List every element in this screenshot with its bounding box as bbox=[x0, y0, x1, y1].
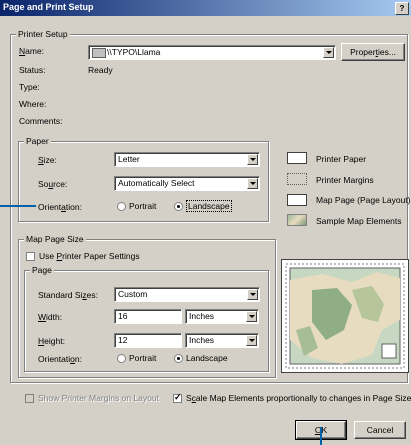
chevron-down-icon[interactable] bbox=[323, 47, 334, 58]
printer-margins-swatch bbox=[287, 173, 307, 185]
width-unit-select[interactable]: Inches bbox=[185, 309, 259, 324]
scale-elements-label: Scale Map Elements proportionally to cha… bbox=[186, 393, 411, 403]
orientation-label: Orientation: bbox=[38, 202, 82, 212]
chevron-down-icon[interactable] bbox=[246, 335, 257, 346]
show-margins-label: Show Printer Margins on Layout bbox=[38, 393, 159, 403]
chevron-down-icon[interactable] bbox=[247, 178, 258, 189]
paper-portrait-label: Portrait bbox=[129, 201, 157, 211]
comments-label: Comments: bbox=[19, 116, 63, 126]
status-value: Ready bbox=[88, 65, 113, 75]
sample-map-elements-swatch bbox=[287, 214, 307, 226]
height-unit-select[interactable]: Inches bbox=[185, 333, 259, 348]
callout-line-ok bbox=[320, 427, 322, 445]
standard-sizes-value: Custom bbox=[118, 289, 148, 299]
standard-sizes-label: Standard Sizes: bbox=[38, 290, 99, 300]
map-page-swatch bbox=[287, 194, 307, 206]
scale-elements-checkbox[interactable] bbox=[173, 392, 182, 403]
printer-setup-title: Printer Setup bbox=[16, 29, 70, 39]
paper-size-select[interactable]: Letter bbox=[114, 152, 260, 167]
page-landscape-radio[interactable] bbox=[174, 354, 183, 363]
source-label: Source: bbox=[38, 179, 68, 189]
cancel-button[interactable]: Cancel bbox=[354, 421, 406, 439]
paper-size-value: Letter bbox=[118, 154, 140, 164]
size-label: Size: bbox=[38, 155, 57, 165]
width-input[interactable]: 16 bbox=[114, 309, 182, 324]
where-label: Where: bbox=[19, 99, 47, 109]
height-label: Height: bbox=[38, 336, 65, 346]
callout-line-orientation bbox=[0, 205, 36, 207]
printer-name-select[interactable]: \\TYPO\Llama bbox=[88, 45, 336, 60]
printer-paper-swatch bbox=[287, 152, 307, 164]
properties-button[interactable]: Properties... bbox=[341, 43, 405, 61]
map-page-legend: Map Page (Page Layout) bbox=[316, 195, 411, 205]
width-unit-value: Inches bbox=[189, 311, 215, 321]
page-portrait-radio[interactable] bbox=[117, 354, 126, 363]
height-unit-value: Inches bbox=[189, 335, 215, 345]
width-label: Width: bbox=[38, 312, 63, 322]
help-button[interactable]: ? bbox=[395, 2, 409, 15]
height-value: 12 bbox=[118, 335, 128, 345]
title-bar: Page and Print Setup ? bbox=[0, 0, 411, 16]
height-input[interactable]: 12 bbox=[114, 333, 182, 348]
page-orientation-label: Orientation: bbox=[38, 354, 82, 364]
page-group-title: Page bbox=[30, 265, 54, 275]
printer-name-value: \\TYPO\Llama bbox=[107, 47, 161, 57]
map-page-size-title: Map Page Size bbox=[24, 234, 86, 244]
page-landscape-label: Landscape bbox=[186, 353, 228, 363]
chevron-down-icon[interactable] bbox=[247, 289, 258, 300]
page-portrait-label: Portrait bbox=[129, 353, 157, 363]
standard-sizes-select[interactable]: Custom bbox=[114, 287, 260, 302]
paper-source-value: Automatically Select bbox=[118, 178, 195, 188]
sample-map-icon bbox=[285, 263, 405, 369]
page-preview bbox=[281, 259, 409, 373]
use-printer-paper-label: Use Printer Paper Settings bbox=[39, 251, 140, 261]
paper-landscape-label: Landscape bbox=[186, 200, 232, 212]
paper-portrait-radio[interactable] bbox=[117, 202, 126, 211]
width-value: 16 bbox=[118, 311, 128, 321]
sample-elements-legend: Sample Map Elements bbox=[316, 216, 402, 226]
show-margins-checkbox[interactable] bbox=[25, 394, 34, 403]
printer-margins-legend: Printer Margins bbox=[316, 175, 374, 185]
paper-landscape-radio[interactable] bbox=[174, 202, 183, 211]
printer-icon bbox=[92, 48, 106, 58]
chevron-down-icon[interactable] bbox=[247, 154, 258, 165]
paper-source-select[interactable]: Automatically Select bbox=[114, 176, 260, 191]
page-print-setup-dialog: Page and Print Setup ? Printer Setup Nam… bbox=[0, 0, 411, 445]
printer-paper-legend: Printer Paper bbox=[316, 154, 367, 164]
name-label: Name: bbox=[19, 46, 45, 56]
window-title: Page and Print Setup bbox=[3, 2, 94, 12]
chevron-down-icon[interactable] bbox=[246, 311, 257, 322]
type-label: Type: bbox=[19, 82, 40, 92]
paper-group-title: Paper bbox=[24, 136, 51, 146]
status-label: Status: bbox=[19, 65, 46, 75]
use-printer-paper-checkbox[interactable] bbox=[26, 252, 35, 261]
